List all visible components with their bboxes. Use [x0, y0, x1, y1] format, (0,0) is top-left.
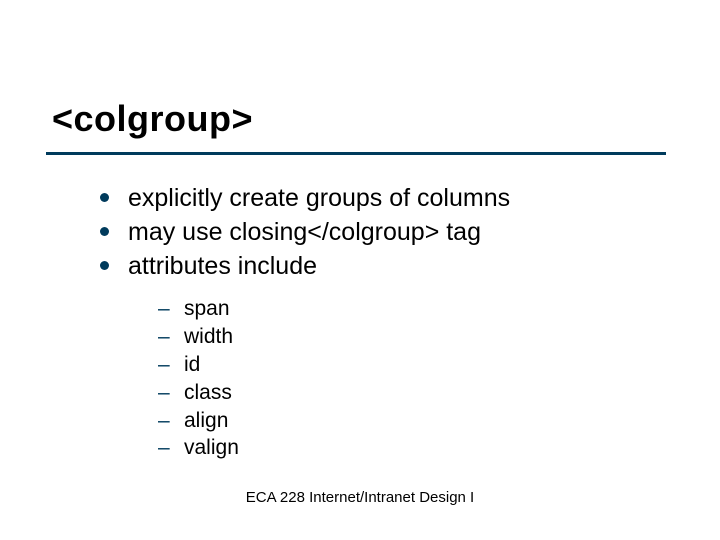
- bullet-text: width: [184, 325, 233, 348]
- slide-footer: ECA 228 Internet/Intranet Design I: [0, 489, 720, 506]
- main-bullet-list: explicitly create groups of columns may …: [100, 182, 510, 284]
- slide-title: <colgroup>: [52, 98, 253, 140]
- bullet-text: may use closing</colgroup> tag: [128, 218, 481, 246]
- list-item: class: [158, 380, 239, 407]
- bullet-text: explicitly create groups of columns: [128, 184, 510, 212]
- bullet-text: class: [184, 381, 232, 404]
- list-item: valign: [158, 435, 239, 462]
- list-item: span: [158, 296, 239, 323]
- slide: <colgroup> explicitly create groups of c…: [0, 0, 720, 540]
- bullet-text: attributes include: [128, 252, 317, 280]
- list-item: may use closing</colgroup> tag: [100, 216, 510, 248]
- list-item: align: [158, 408, 239, 435]
- bullet-text: id: [184, 353, 200, 376]
- list-item: id: [158, 352, 239, 379]
- list-item: width: [158, 324, 239, 351]
- list-item: explicitly create groups of columns: [100, 182, 510, 214]
- bullet-text: align: [184, 409, 228, 432]
- title-underline: [46, 152, 666, 155]
- bullet-text: span: [184, 297, 230, 320]
- list-item: attributes include: [100, 250, 510, 282]
- sub-bullet-list: span width id class align valign: [158, 296, 239, 463]
- bullet-text: valign: [184, 436, 239, 459]
